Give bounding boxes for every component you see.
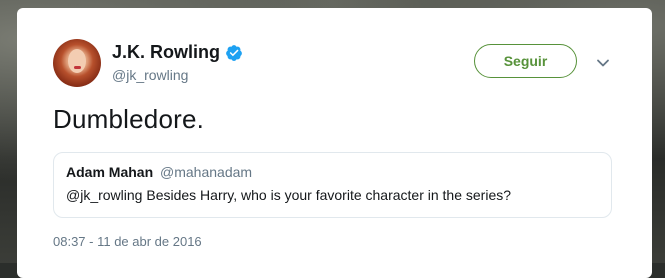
quoted-tweet-header: Adam Mahan @mahanadam xyxy=(66,164,599,180)
quoted-author-name: Adam Mahan xyxy=(66,164,154,180)
chevron-down-icon[interactable] xyxy=(596,56,610,70)
author-handle[interactable]: @jk_rowling xyxy=(112,67,188,83)
avatar-face xyxy=(68,49,86,73)
author-display-name[interactable]: J.K. Rowling xyxy=(112,42,220,63)
verified-badge-icon xyxy=(225,44,243,62)
tweet-timestamp[interactable]: 08:37 - 11 de abr de 2016 xyxy=(53,234,202,249)
avatar[interactable] xyxy=(53,39,101,87)
follow-button[interactable]: Seguir xyxy=(474,44,577,78)
quoted-tweet[interactable]: Adam Mahan @mahanadam @jk_rowling Beside… xyxy=(53,152,612,218)
tweet-card: J.K. Rowling @jk_rowling Seguir Dumbledo… xyxy=(17,8,652,278)
quoted-tweet-text: @jk_rowling Besides Harry, who is your f… xyxy=(66,187,512,203)
avatar-lips xyxy=(74,66,81,69)
quoted-author-handle: @mahanadam xyxy=(160,164,253,180)
author-name-row: J.K. Rowling xyxy=(112,42,243,63)
tweet-text: Dumbledore. xyxy=(53,104,205,134)
